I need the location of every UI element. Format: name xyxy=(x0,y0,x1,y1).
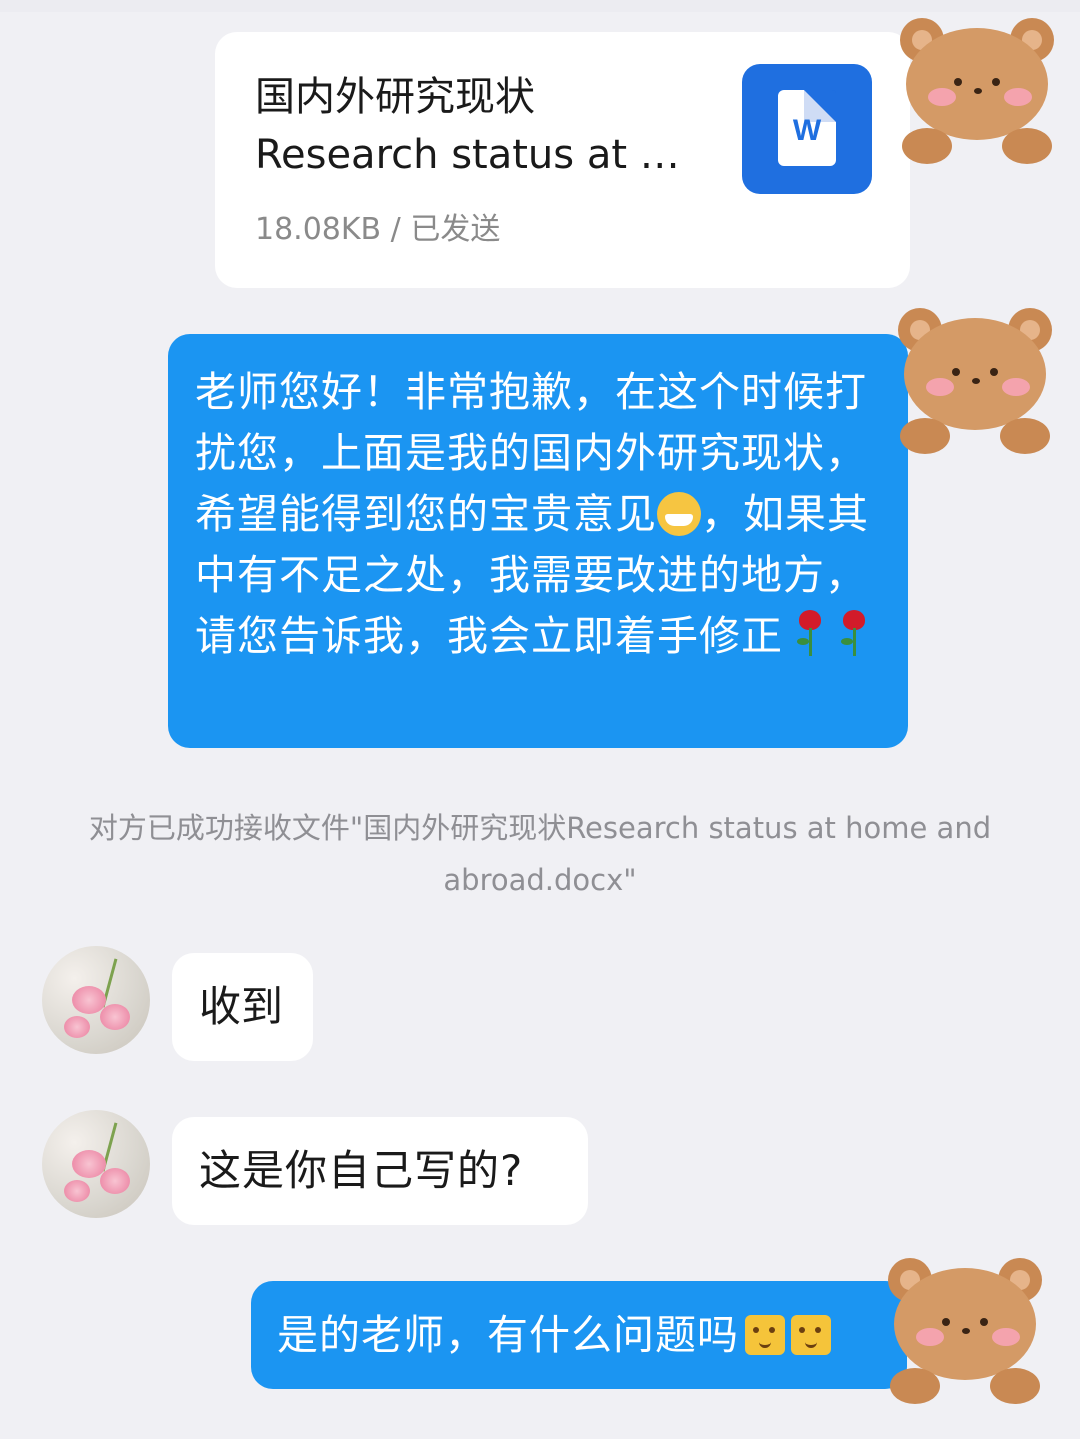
file-title: 国内外研究现状 Research status at … xyxy=(255,68,725,184)
word-letter: W xyxy=(792,114,822,147)
message-text: 老师您好！非常抱歉，在这个时候打扰您，上面是我的国内外研究现状，希望能得到您的宝… xyxy=(195,362,895,667)
file-title-line2: Research status at … xyxy=(255,132,680,178)
grin-emoji-icon xyxy=(657,492,701,536)
message-text: 收到 xyxy=(199,982,284,1031)
their-message-bubble[interactable]: 这是你自己写的? xyxy=(172,1117,588,1225)
rose-emoji-icon xyxy=(791,608,827,658)
file-title-line1: 国内外研究现状 xyxy=(255,74,535,120)
system-note: 对方已成功接收文件"国内外研究现状Research status at home… xyxy=(88,811,992,897)
bear-sticker-icon xyxy=(890,300,1060,460)
contact-avatar[interactable] xyxy=(42,1110,150,1218)
contact-avatar[interactable] xyxy=(42,946,150,1054)
shy-emoji-icon xyxy=(745,1315,785,1355)
message-text-content: 是的老师，有什么问题吗 xyxy=(277,1311,739,1359)
their-message-bubble[interactable]: 收到 xyxy=(172,953,313,1061)
message-text: 这是你自己写的? xyxy=(199,1146,524,1195)
bear-sticker-icon xyxy=(880,1250,1050,1410)
rose-emoji-icon xyxy=(835,608,871,658)
bear-sticker-icon xyxy=(892,10,1062,170)
file-meta: 18.08KB / 已发送 xyxy=(255,212,501,247)
file-message-card[interactable]: 国内外研究现状 Research status at … 18.08KB / 已… xyxy=(215,32,910,288)
message-text: 是的老师，有什么问题吗 xyxy=(277,1307,831,1363)
my-message-bubble[interactable]: 老师您好！非常抱歉，在这个时候打扰您，上面是我的国内外研究现状，希望能得到您的宝… xyxy=(168,334,908,748)
shy-emoji-icon xyxy=(791,1315,831,1355)
word-doc-page-icon: W xyxy=(778,90,836,166)
word-doc-icon: W xyxy=(742,64,872,194)
my-message-bubble[interactable]: 是的老师，有什么问题吗 xyxy=(251,1281,907,1389)
